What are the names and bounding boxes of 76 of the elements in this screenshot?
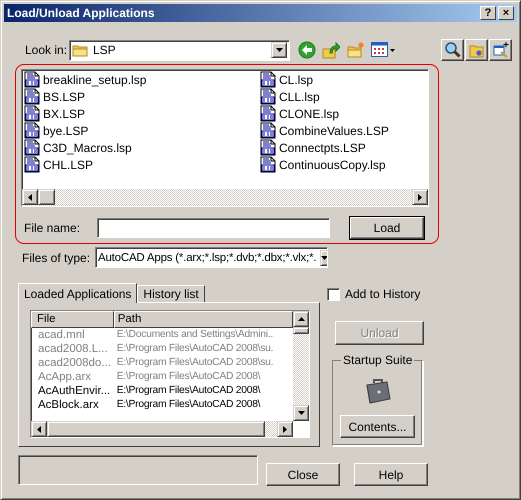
column-header[interactable]: File — [31, 311, 114, 328]
table-cell-text: E:\Program Files\AutoCAD 2008\su. — [116, 342, 274, 356]
lisp-file-icon — [260, 156, 276, 173]
file-item[interactable]: Connectpts.LSP — [260, 139, 428, 156]
tab[interactable]: History list — [137, 285, 205, 302]
file-item[interactable]: breakline_setup.lsp — [24, 71, 260, 88]
folder-star-button[interactable] — [465, 39, 488, 61]
add-window-button[interactable] — [489, 39, 512, 61]
folder-icon — [72, 43, 89, 57]
table-cell-text: E:\Program Files\AutoCAD 2008\ — [116, 370, 262, 384]
checkbox-label[interactable]: Add to History — [345, 287, 420, 301]
lisp-file-icon — [24, 156, 40, 173]
table-cell-text: E:\Documents and Settings\Admini.. — [116, 328, 274, 342]
file-item[interactable]: CLONE.lsp — [260, 105, 428, 122]
window-title: Load/Unload Applications — [7, 6, 156, 20]
files-of-type-combo[interactable]: AutoCAD Apps (*.arx;*.lsp;*.dvb;*.dbx;*.vlx;*. — [95, 247, 328, 268]
horizontal-scrollbar[interactable] — [31, 421, 293, 437]
vertical-scrollbar[interactable] — [293, 311, 309, 421]
table-cell-text: acad.mnl — [37, 328, 86, 342]
scroll-down-icon[interactable] — [298, 411, 304, 415]
column-header[interactable]: Path — [114, 311, 293, 328]
scroll-up-icon[interactable] — [298, 317, 304, 321]
file-item[interactable]: C3D_Macros.lsp — [24, 139, 260, 156]
table-cell-text: E:\Program Files\AutoCAD 2008\ — [116, 384, 262, 398]
scroll-thumb[interactable] — [47, 421, 265, 437]
lisp-file-icon — [24, 105, 40, 122]
table-cell-text: E:\Program Files\AutoCAD 2008\ — [116, 398, 262, 412]
add-window-icon — [492, 42, 508, 58]
table-cell-text: AcApp.arx — [37, 370, 92, 384]
lisp-file-icon — [24, 139, 40, 156]
files-of-type-label: Files of type: — [22, 250, 92, 264]
look-in-combo[interactable]: LSP — [69, 40, 290, 60]
lisp-file-icon — [260, 122, 276, 139]
scroll-right-icon[interactable] — [283, 426, 287, 432]
file-name-label: File name: — [24, 220, 82, 234]
file-item[interactable]: BX.LSP — [24, 105, 260, 122]
lisp-file-icon — [24, 122, 40, 139]
tab[interactable]: Loaded Applications — [18, 283, 138, 303]
file-item[interactable]: CLL.lsp — [260, 88, 428, 105]
contents-button[interactable]: Contents... — [340, 415, 415, 438]
search-button[interactable] — [441, 39, 464, 61]
back-icon[interactable] — [298, 41, 316, 59]
scroll-left-icon[interactable] — [28, 194, 32, 200]
file-item[interactable]: CHL.LSP — [24, 156, 260, 173]
horizontal-scrollbar[interactable] — [22, 189, 428, 206]
scroll-right-icon[interactable] — [418, 194, 422, 200]
lisp-file-icon — [260, 105, 276, 122]
table-cell-text: acad2008do... — [37, 356, 112, 370]
lisp-file-icon — [260, 139, 276, 156]
file-item[interactable]: bye.LSP — [24, 122, 260, 139]
checkbox[interactable] — [327, 288, 340, 300]
file-item[interactable]: CombineValues.LSP — [260, 122, 428, 139]
look-in-label: Look in: — [25, 43, 68, 57]
lisp-file-icon — [260, 88, 276, 105]
table-cell-text: acad2008.L... — [37, 342, 109, 356]
close-button[interactable]: Close — [266, 463, 340, 486]
scroll-thumb[interactable] — [293, 327, 309, 334]
search-icon — [444, 42, 460, 58]
close-button[interactable]: × — [498, 6, 514, 20]
table-cell-text: AcBlock.arx — [37, 398, 100, 412]
file-item[interactable]: CL.lsp — [260, 71, 428, 88]
table-cell-text: E:\Program Files\AutoCAD 2008\su. — [116, 356, 274, 370]
file-item[interactable]: BS.LSP — [24, 88, 260, 105]
help-button[interactable]: Help — [354, 463, 428, 486]
up-folder-icon[interactable] — [322, 41, 340, 59]
briefcase-icon — [364, 377, 390, 405]
help-button[interactable]: ? — [480, 6, 496, 20]
view-menu-icon[interactable] — [371, 42, 395, 58]
file-item[interactable]: ContinuousCopy.lsp — [260, 156, 428, 173]
table-cell-text: AcAuthEnvir... — [37, 384, 112, 398]
scroll-thumb[interactable] — [38, 189, 55, 205]
lisp-file-icon — [24, 88, 40, 105]
scroll-left-icon[interactable] — [37, 426, 41, 432]
load-button[interactable]: Load — [350, 216, 424, 238]
group-title: Startup Suite — [341, 353, 414, 367]
file-name-field[interactable] — [97, 218, 330, 238]
